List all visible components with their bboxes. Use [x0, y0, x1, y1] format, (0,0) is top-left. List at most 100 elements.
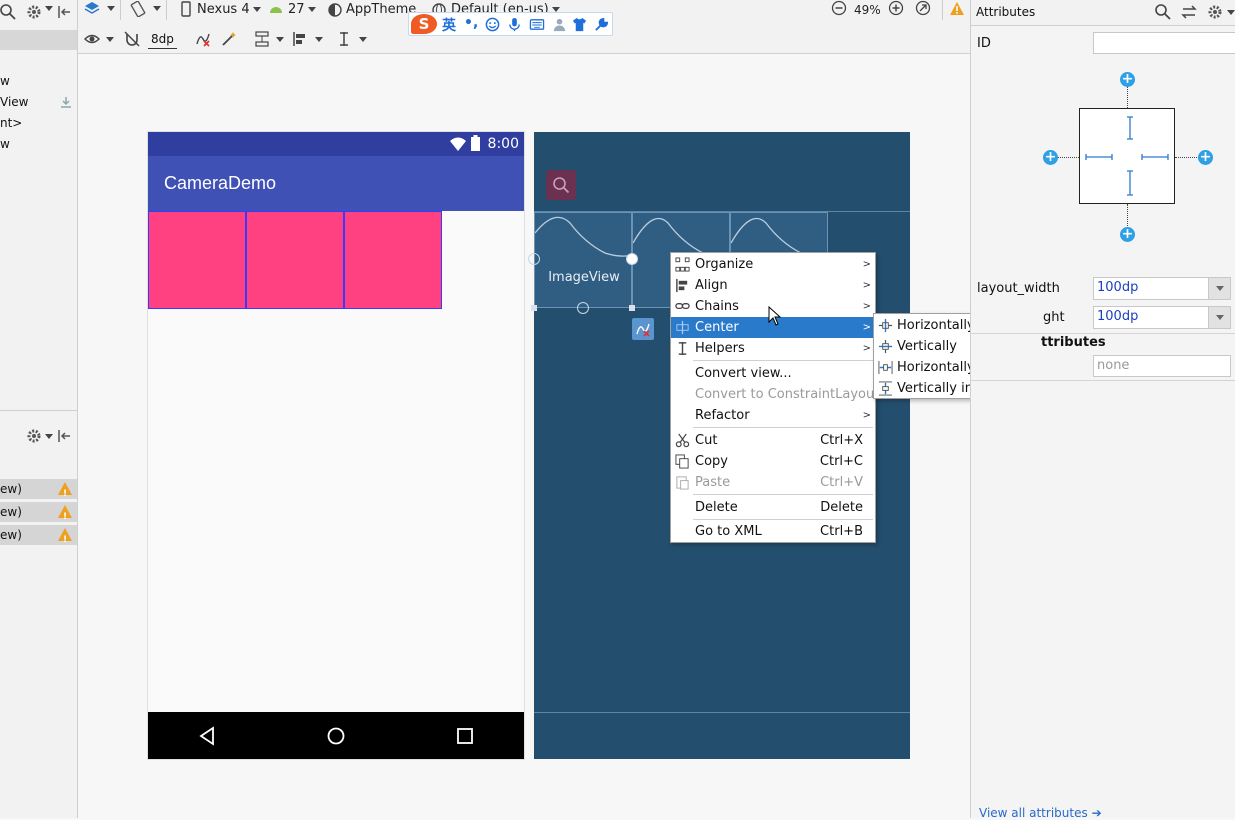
theme-selector[interactable]: AppTheme	[346, 0, 416, 26]
sogou-logo-icon[interactable]: S	[411, 14, 437, 34]
zoom-out-icon[interactable]	[831, 0, 847, 16]
default-margin-selector[interactable]: 8dp	[148, 29, 177, 49]
api-level-label: 27	[288, 2, 305, 17]
chevron-right-icon: >	[862, 280, 871, 291]
menu-item-cut[interactable]: Cut Ctrl+X	[671, 430, 875, 451]
menu-item-paste: Paste Ctrl+V	[671, 472, 875, 493]
search-button[interactable]	[546, 170, 576, 200]
attributes-title: Attributes	[976, 5, 1036, 19]
tree-item[interactable]: nt>	[0, 116, 22, 130]
menu-item-label: Paste	[695, 475, 731, 490]
eye-icon[interactable]	[84, 31, 100, 47]
gear-icon[interactable]	[26, 428, 42, 444]
collapse-icon[interactable]	[56, 428, 72, 444]
eye-caret-icon[interactable]	[106, 37, 114, 42]
search-icon[interactable]	[1155, 4, 1171, 20]
zoom-level: 49%	[854, 3, 881, 17]
left-constraint-handle[interactable]	[528, 253, 540, 265]
size-mode-icon[interactable]	[1080, 109, 1176, 205]
orientation-caret-icon[interactable]	[153, 6, 161, 11]
blueprint-image-view[interactable]: ImageView	[534, 212, 633, 308]
image-view[interactable]	[148, 211, 246, 309]
menu-item-copy[interactable]: Copy Ctrl+C	[671, 451, 875, 472]
zoom-fit-icon[interactable]	[915, 0, 931, 16]
pack-caret-icon[interactable]	[276, 37, 284, 42]
guidelines-icon[interactable]	[336, 31, 352, 47]
menu-item-go-to-xml[interactable]: Go to XML Ctrl+B	[671, 521, 875, 542]
warning-row[interactable]: ew)	[0, 502, 77, 527]
submenu-item-label: Vertically	[897, 339, 957, 354]
orientation-icon[interactable]	[130, 1, 146, 17]
tree-item[interactable]: w	[0, 137, 10, 151]
user-icon[interactable]	[552, 17, 567, 32]
clear-constraints-button[interactable]	[632, 318, 654, 340]
device-selector[interactable]: Nexus 4	[197, 0, 261, 26]
copy-icon	[675, 454, 689, 469]
navbar-boundary	[534, 712, 910, 713]
align-caret-icon[interactable]	[315, 37, 323, 42]
gear-caret-icon[interactable]	[45, 6, 53, 11]
layout-width-dropdown[interactable]: 100dp	[1093, 277, 1231, 300]
warning-icon[interactable]	[949, 1, 965, 17]
resize-handle[interactable]	[531, 305, 537, 311]
gear-icon[interactable]	[26, 4, 42, 20]
menu-item-convert-view[interactable]: Convert view...	[671, 363, 875, 384]
id-field[interactable]	[1093, 32, 1235, 54]
add-left-constraint-icon[interactable]: +	[1043, 150, 1058, 165]
add-bottom-constraint-icon[interactable]: +	[1120, 227, 1135, 242]
menu-item-organize[interactable]: Organize >	[671, 254, 875, 275]
layout-height-value: 100dp	[1097, 309, 1139, 324]
phone-design-preview[interactable]: 8:00 CameraDemo	[148, 132, 524, 759]
download-icon[interactable]	[60, 96, 72, 108]
none-field[interactable]: none	[1093, 355, 1231, 377]
ime-punctuation-icon[interactable]: •,	[464, 15, 478, 31]
menu-item-helpers[interactable]: Helpers >	[671, 338, 875, 359]
layers-icon[interactable]	[84, 1, 100, 17]
api-level-selector[interactable]: 27	[288, 0, 316, 26]
gear-icon[interactable]	[1207, 4, 1223, 20]
tree-item[interactable]: w	[0, 74, 10, 88]
pack-icon[interactable]	[254, 31, 270, 47]
layout-height-dropdown[interactable]: 100dp	[1093, 306, 1231, 329]
collapse-icon[interactable]	[56, 4, 72, 20]
zoom-in-icon[interactable]	[888, 0, 904, 16]
guidelines-caret-icon[interactable]	[359, 37, 367, 42]
bottom-constraint-handle[interactable]	[577, 302, 589, 314]
panel-divider	[0, 410, 77, 411]
theme-icon	[328, 3, 342, 17]
layers-caret-icon[interactable]	[107, 6, 115, 11]
emoji-icon[interactable]	[485, 17, 500, 32]
add-top-constraint-icon[interactable]: +	[1120, 72, 1135, 87]
wrench-icon[interactable]	[594, 17, 609, 32]
menu-item-align[interactable]: Align >	[671, 275, 875, 296]
add-right-constraint-icon[interactable]: +	[1198, 150, 1213, 165]
warning-row[interactable]: ew)	[0, 525, 77, 550]
gear-caret-icon[interactable]	[1227, 10, 1235, 15]
chevron-down-icon	[1208, 307, 1230, 328]
menu-item-delete[interactable]: Delete Delete	[671, 497, 875, 518]
swap-icon[interactable]	[1181, 4, 1197, 20]
tree-item[interactable]: View	[0, 95, 28, 109]
search-icon[interactable]	[0, 4, 16, 20]
menu-item-label: Convert to ConstraintLayout	[695, 387, 880, 402]
gear-caret-icon[interactable]	[45, 434, 53, 439]
right-constraint-handle[interactable]	[626, 253, 638, 265]
autoconnect-off-icon[interactable]	[124, 31, 140, 47]
skin-icon[interactable]	[572, 17, 587, 32]
infer-constraints-icon[interactable]	[221, 31, 237, 47]
warning-row[interactable]: ew)	[0, 479, 77, 504]
submenu-item-label: Horizontally	[897, 318, 975, 333]
keyboard-icon[interactable]	[529, 17, 545, 32]
align-toolbar-icon[interactable]	[292, 31, 308, 47]
microphone-icon[interactable]	[507, 17, 522, 32]
resize-handle[interactable]	[629, 305, 635, 311]
navigation-bar	[148, 712, 524, 759]
image-view[interactable]	[246, 211, 344, 309]
paste-icon	[676, 476, 689, 490]
recents-icon	[457, 728, 473, 744]
chevron-right-icon: >	[862, 259, 871, 270]
clear-constraints-icon[interactable]	[195, 31, 211, 47]
menu-item-refactor[interactable]: Refactor >	[671, 405, 875, 426]
ime-language-icon[interactable]: 英	[442, 15, 456, 35]
image-view[interactable]	[344, 211, 442, 309]
